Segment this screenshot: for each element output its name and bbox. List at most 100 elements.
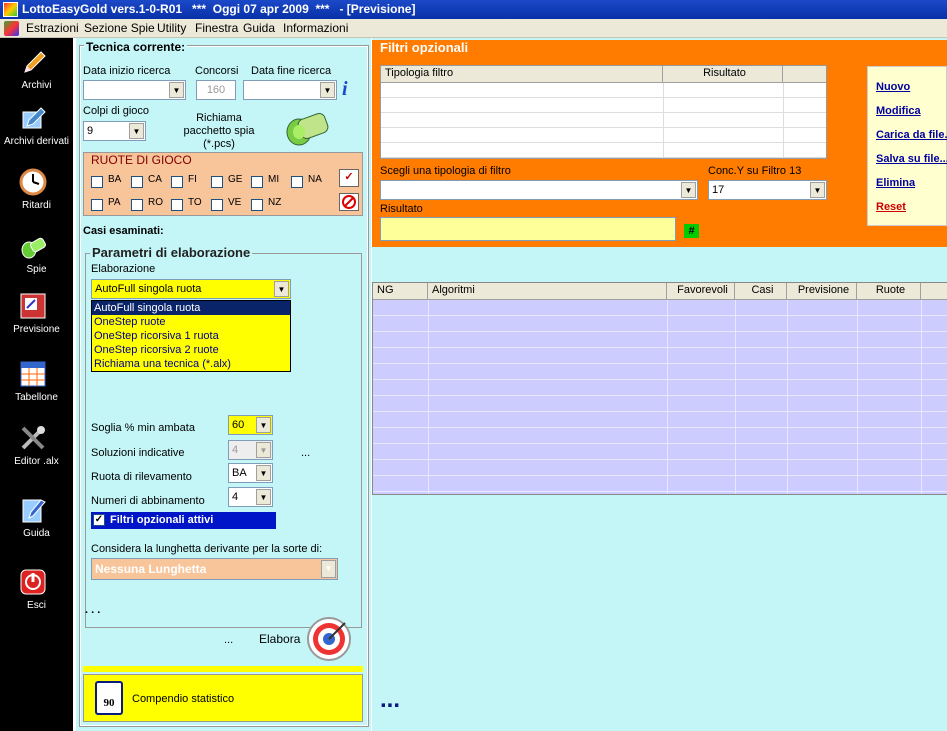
ruota-label: MI <box>268 174 280 185</box>
sidebar-item-ritardi[interactable]: Ritardi <box>0 168 73 228</box>
soluzioni-select[interactable]: 4 ▼ <box>228 440 273 460</box>
sidebar-item-esci[interactable]: Esci <box>0 568 73 628</box>
col-favorevoli[interactable]: Favorevoli <box>667 283 735 299</box>
data-inizio-select[interactable]: ▼ <box>83 80 186 100</box>
chevron-down-icon[interactable]: ▼ <box>320 82 335 98</box>
sidebar-label: Ritardi <box>22 200 51 211</box>
sidebar: Archivi Archivi derivati Ritardi Spie Pr… <box>0 38 73 731</box>
col-algoritmi[interactable]: Algoritmi <box>428 283 667 299</box>
ruota-checkbox-ca[interactable] <box>131 176 143 188</box>
elaborazione-option[interactable]: OneStep ricorsiva 2 ruote <box>92 343 290 357</box>
ruota-ril-select[interactable]: BA ▼ <box>228 463 273 483</box>
chevron-down-icon[interactable]: ▼ <box>256 489 271 505</box>
chart-icon <box>19 292 47 320</box>
soluzioni-label: Soluzioni indicative <box>91 447 185 459</box>
elaborazione-label: Elaborazione <box>91 263 156 275</box>
link-carica-da-file[interactable]: Carica da file... <box>876 129 947 141</box>
chevron-down-icon[interactable]: ▼ <box>274 281 289 297</box>
elabora-button[interactable] <box>305 615 353 666</box>
menu-utility[interactable]: Utility <box>157 21 186 35</box>
ruota-checkbox-ro[interactable] <box>131 199 143 211</box>
elaborazione-option[interactable]: OneStep ricorsiva 1 ruota <box>92 329 290 343</box>
col-casi[interactable]: Casi <box>735 283 787 299</box>
elaborazione-dropdown: AutoFull singola ruota OneStep ruote OneSt… <box>91 300 291 372</box>
lunghetta-select[interactable]: Nessuna Lunghetta ▼ <box>91 558 338 580</box>
menu-informazioni[interactable]: Informazioni <box>283 21 348 35</box>
sidebar-item-spie[interactable]: Spie <box>0 232 73 292</box>
sidebar-item-archivi[interactable]: Archivi <box>0 48 73 108</box>
link-modifica[interactable]: Modifica <box>876 105 921 117</box>
ruota-checkbox-ge[interactable] <box>211 176 223 188</box>
exit-icon <box>19 568 47 596</box>
col-previsione[interactable]: Previsione <box>787 283 857 299</box>
chevron-down-icon[interactable]: ▼ <box>129 123 144 139</box>
ruota-checkbox-ba[interactable] <box>91 176 103 188</box>
footer-dots: ... <box>380 686 401 713</box>
filtri-table[interactable]: Tipologia filtro Risultato <box>380 65 827 159</box>
info-icon[interactable]: i <box>342 78 358 100</box>
ruota-checkbox-ve[interactable] <box>211 199 223 211</box>
elaborazione-option[interactable]: OneStep ruote <box>92 315 290 329</box>
col-ruote[interactable]: Ruote <box>857 283 921 299</box>
data-fine-label: Data fine ricerca <box>251 65 332 77</box>
filtri-attivi-bar[interactable]: ✓ Filtri opzionali attivi <box>91 512 276 529</box>
menu-app-icon[interactable] <box>4 21 19 36</box>
numeri-abb-select[interactable]: 4 ▼ <box>228 487 273 507</box>
elaborazione-option[interactable]: Richiama una tecnica (*.alx) <box>92 357 290 371</box>
chevron-down-icon[interactable]: ▼ <box>256 442 271 458</box>
soglia-select[interactable]: 60 ▼ <box>228 415 273 435</box>
concorsi-input[interactable]: 160 <box>196 80 236 100</box>
app-icon <box>3 2 18 17</box>
ruota-checkbox-nz[interactable] <box>251 199 263 211</box>
soluzioni-dots: ... <box>301 447 311 459</box>
col-risultato[interactable]: Risultato <box>663 66 783 82</box>
menu-sezione-spie[interactable]: Sezione Spie <box>84 21 155 35</box>
target-icon <box>307 617 351 661</box>
pencil-paper-icon <box>19 104 47 132</box>
chevron-down-icon[interactable]: ▼ <box>321 560 336 578</box>
chevron-down-icon[interactable]: ▼ <box>810 182 825 198</box>
ruota-checkbox-mi[interactable] <box>251 176 263 188</box>
chevron-down-icon[interactable]: ▼ <box>681 182 696 198</box>
chevron-down-icon[interactable]: ▼ <box>169 82 184 98</box>
ruota-checkbox-na[interactable] <box>291 176 303 188</box>
elaborazione-select[interactable]: AutoFull singola ruota ▼ <box>91 279 291 299</box>
link-salva-su-file[interactable]: Salva su file... <box>876 153 947 165</box>
col-tipologia[interactable]: Tipologia filtro <box>381 66 663 82</box>
link-nuovo[interactable]: Nuovo <box>876 81 910 93</box>
dots-1: . . . <box>85 604 101 616</box>
colpi-select[interactable]: 9 ▼ <box>83 121 146 141</box>
sidebar-item-editor[interactable]: Editor .alx <box>0 424 73 484</box>
compendio-button[interactable]: 90 Compendio statistico <box>83 674 363 722</box>
results-grid[interactable]: NG Algoritmi Favorevoli Casi Previsione … <box>372 282 947 495</box>
scegli-select[interactable]: ▼ <box>380 180 698 200</box>
menu-estrazioni[interactable]: Estrazioni <box>26 21 79 35</box>
sidebar-item-archivi-derivati[interactable]: Archivi derivati <box>0 104 73 164</box>
menu-guida[interactable]: Guida <box>243 21 275 35</box>
conc-select[interactable]: 17 ▼ <box>708 180 827 200</box>
menu-finestra[interactable]: Finestra <box>195 21 238 35</box>
sidebar-item-previsione[interactable]: Previsione <box>0 292 73 352</box>
clear-all-button[interactable] <box>339 193 359 211</box>
sidebar-item-tabellone[interactable]: Tabellone <box>0 360 73 420</box>
check-all-button[interactable]: ✓ <box>339 169 359 187</box>
chevron-down-icon[interactable]: ▼ <box>256 465 271 481</box>
ruota-label: BA <box>108 174 122 185</box>
chevron-down-icon[interactable]: ▼ <box>256 417 271 433</box>
ruota-checkbox-pa[interactable] <box>91 199 103 211</box>
ruota-checkbox-to[interactable] <box>171 199 183 211</box>
link-elimina[interactable]: Elimina <box>876 177 915 189</box>
risultato-field[interactable] <box>380 217 676 241</box>
link-reset[interactable]: Reset <box>876 201 906 213</box>
data-fine-select[interactable]: ▼ <box>243 80 337 100</box>
ruota-checkbox-fi[interactable] <box>171 176 183 188</box>
spy-pack-icon[interactable] <box>281 108 331 151</box>
conc-label: Conc.Y su Filtro 13 <box>708 165 802 177</box>
elaborazione-option[interactable]: AutoFull singola ruota <box>92 301 290 315</box>
col-ng[interactable]: NG <box>373 283 428 299</box>
sidebar-item-guida[interactable]: Guida <box>0 496 73 556</box>
hash-button[interactable]: # <box>684 224 699 238</box>
filtri-actions: Nuovo Modifica Carica da file... Salva su f… <box>867 66 947 226</box>
data-inizio-label: Data inizio ricerca <box>83 65 171 77</box>
filtri-attivi-checkbox[interactable]: ✓ <box>93 514 105 526</box>
